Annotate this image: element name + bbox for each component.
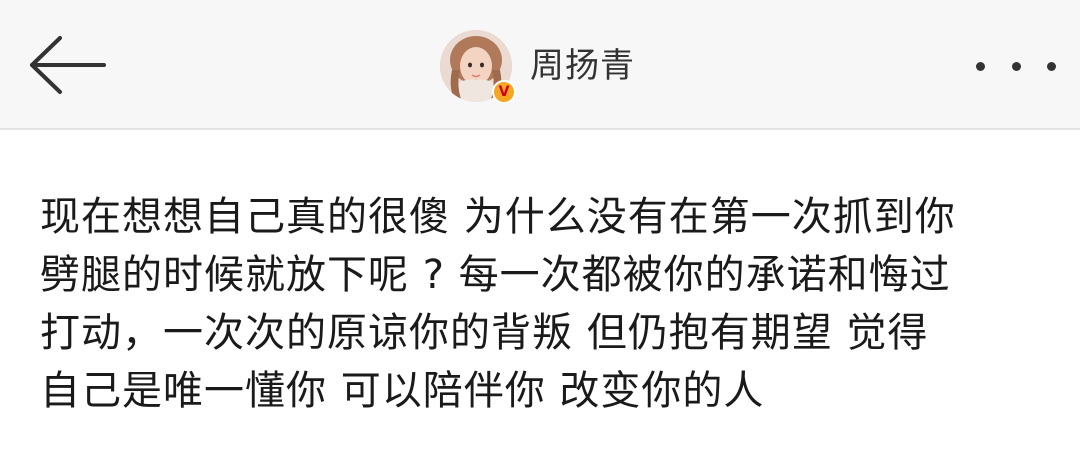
post-content: 现在想想自己真的很傻 为什么没有在第一次抓到你 劈腿的时候就放下呢 ? 每一次都… [40,188,1050,420]
post-text-line: 自己是唯一懂你 可以陪伴你 改变你的人 [40,368,765,414]
profile-header[interactable]: V 周扬青 [440,28,635,104]
verified-badge-icon: V [492,80,516,104]
avatar[interactable]: V [440,30,516,104]
username[interactable]: 周扬青 [530,28,635,104]
arrow-left-icon [30,36,106,94]
more-options-button[interactable] [976,46,1056,86]
post-text-line: 打动，一次次的原谅你的背叛 但仍抱有期望 觉得 [40,310,929,356]
back-button[interactable] [24,30,110,100]
more-dots-icon [1011,61,1021,71]
top-nav-bar: V 周扬青 [0,0,1080,130]
more-dots-icon [976,61,985,71]
more-dots-icon [1047,61,1056,71]
post-text-line: 现在想想自己真的很傻 为什么没有在第一次抓到你 [40,194,956,240]
post-text-line: 劈腿的时候就放下呢 ? 每一次都被你的承诺和悔过 [40,252,951,298]
